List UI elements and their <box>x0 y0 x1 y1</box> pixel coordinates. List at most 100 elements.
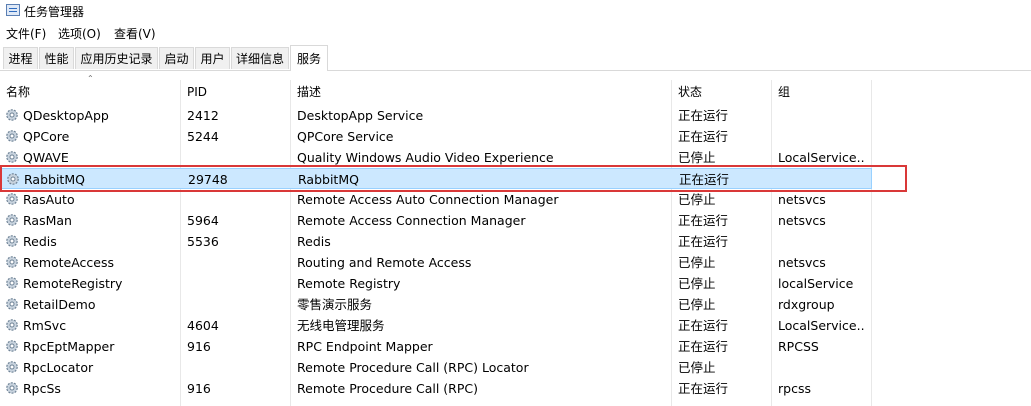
service-description: QPCore Service <box>297 129 394 144</box>
service-pid: 5964 <box>187 213 219 228</box>
service-status: 已停止 <box>678 276 716 291</box>
service-description: DesktopApp Service <box>297 108 424 123</box>
service-name: RetailDemo <box>23 297 96 312</box>
service-group: LocalService... <box>778 318 864 333</box>
gear-icon <box>6 298 18 310</box>
service-status: 正在运行 <box>678 381 729 396</box>
service-status: 已停止 <box>678 255 716 270</box>
service-description: Remote Access Auto Connection Manager <box>297 192 559 207</box>
service-group: rpcss <box>778 381 811 396</box>
service-description: 无线电管理服务 <box>297 318 385 333</box>
service-row[interactable]: RpcSs 916 Remote Procedure Call (RPC) 正在运行 r… <box>0 378 872 399</box>
gear-icon <box>6 340 18 352</box>
service-group: netsvcs <box>778 192 826 207</box>
service-description: Remote Registry <box>297 276 401 291</box>
service-name: RpcSs <box>23 381 61 396</box>
service-pid <box>187 252 287 273</box>
service-name: RasMan <box>23 213 72 228</box>
service-group <box>778 357 864 378</box>
service-name: RpcEptMapper <box>23 339 115 354</box>
service-status: 正在运行 <box>678 108 729 123</box>
menu-view[interactable]: 查看(V) <box>114 25 156 42</box>
gear-icon <box>6 361 18 373</box>
tab-processes[interactable]: 进程 <box>3 47 38 69</box>
service-description: 零售演示服务 <box>297 297 373 312</box>
service-name: RemoteRegistry <box>23 276 123 291</box>
service-group <box>778 105 864 126</box>
service-row[interactable]: QDesktopApp 2412 DesktopApp Service 正在运行 <box>0 105 872 126</box>
service-row[interactable]: RpcLocator Remote Procedure Call (RPC) Lo… <box>0 357 872 378</box>
service-status: 正在运行 <box>678 339 729 354</box>
gear-icon <box>6 109 18 121</box>
service-row[interactable]: Redis 5536 Redis 正在运行 <box>0 231 872 252</box>
service-description: Remote Access Connection Manager <box>297 213 526 228</box>
service-description: Redis <box>297 234 331 249</box>
service-pid <box>187 357 287 378</box>
service-group: rdxgroup <box>778 297 835 312</box>
service-description: Routing and Remote Access <box>297 255 472 270</box>
service-status: 正在运行 <box>678 129 729 144</box>
tab-users[interactable]: 用户 <box>195 47 230 69</box>
service-pid: 5244 <box>187 129 219 144</box>
service-group: RPCSS <box>778 339 819 354</box>
service-group: localService <box>778 276 854 291</box>
service-status: 正在运行 <box>678 234 729 249</box>
tab-performance[interactable]: 性能 <box>39 47 74 69</box>
service-row[interactable]: RetailDemo 零售演示服务 已停止 rdxgroup <box>0 294 872 315</box>
service-status: 正在运行 <box>678 318 729 333</box>
tab-details[interactable]: 详细信息 <box>231 47 289 69</box>
service-pid: 5536 <box>187 234 219 249</box>
tab-startup[interactable]: 启动 <box>159 47 194 69</box>
service-name: RmSvc <box>23 318 67 333</box>
service-status: 已停止 <box>678 360 716 375</box>
service-row[interactable]: RemoteAccess Routing and Remote Access 已停止… <box>0 252 872 273</box>
service-pid <box>187 189 287 210</box>
service-name: QDesktopApp <box>23 108 109 123</box>
service-row[interactable]: RpcEptMapper 916 RPC Endpoint Mapper 正在运行 RP… <box>0 336 872 357</box>
gear-icon <box>6 193 18 205</box>
service-pid: 916 <box>187 339 211 354</box>
service-pid: 4604 <box>187 318 219 333</box>
service-pid <box>187 294 287 315</box>
task-manager-icon <box>6 4 20 16</box>
service-row[interactable]: RasMan 5964 Remote Access Connection Manag… <box>0 210 872 231</box>
service-group: netsvcs <box>778 255 826 270</box>
column-header-status[interactable]: 状态 <box>672 80 772 104</box>
gear-icon <box>6 382 18 394</box>
service-row[interactable]: RmSvc 4604 无线电管理服务 正在运行 LocalService... <box>0 315 872 336</box>
service-description: Remote Procedure Call (RPC) Locator <box>297 360 529 375</box>
service-row[interactable]: QPCore 5244 QPCore Service 正在运行 <box>0 126 872 147</box>
window-title: 任务管理器 <box>24 5 85 19</box>
service-group: netsvcs <box>778 213 826 228</box>
column-header-pid[interactable]: PID <box>181 80 291 104</box>
service-group <box>778 231 864 252</box>
gear-icon <box>6 256 18 268</box>
service-description: RPC Endpoint Mapper <box>297 339 433 354</box>
menu-file[interactable]: 文件(F) <box>6 25 46 42</box>
service-status: 已停止 <box>678 297 716 312</box>
tab-services[interactable]: 服务 <box>290 45 328 71</box>
service-name: RpcLocator <box>23 360 94 375</box>
gear-icon <box>6 214 18 226</box>
service-name: RasAuto <box>23 192 75 207</box>
service-name: QPCore <box>23 129 70 144</box>
service-row[interactable]: RemoteRegistry Remote Registry 已停止 localSer… <box>0 273 872 294</box>
tab-app-history[interactable]: 应用历史记录 <box>75 47 158 69</box>
tab-strip: 进程 性能 应用历史记录 启动 用户 详细信息 服务 <box>0 45 1031 71</box>
annotation-highlight-box <box>0 165 907 192</box>
gear-icon <box>6 235 18 247</box>
gear-icon <box>6 130 18 142</box>
column-header-description[interactable]: 描述 <box>291 80 672 104</box>
service-row[interactable]: RasAuto Remote Access Auto Connection Man… <box>0 189 872 210</box>
service-name: Redis <box>23 234 57 249</box>
service-pid: 2412 <box>187 108 219 123</box>
menu-bar: 文件(F) 选项(O) 查看(V) <box>0 23 1031 43</box>
column-header-group[interactable]: 组 <box>772 80 872 104</box>
service-name: RemoteAccess <box>23 255 115 270</box>
gear-icon <box>6 319 18 331</box>
gear-icon <box>6 277 18 289</box>
menu-options[interactable]: 选项(O) <box>58 25 101 42</box>
service-pid: 916 <box>187 381 211 396</box>
column-header-name[interactable]: 名称 <box>0 80 181 104</box>
column-header-row: 名称 PID 描述 状态 组 <box>0 80 872 104</box>
